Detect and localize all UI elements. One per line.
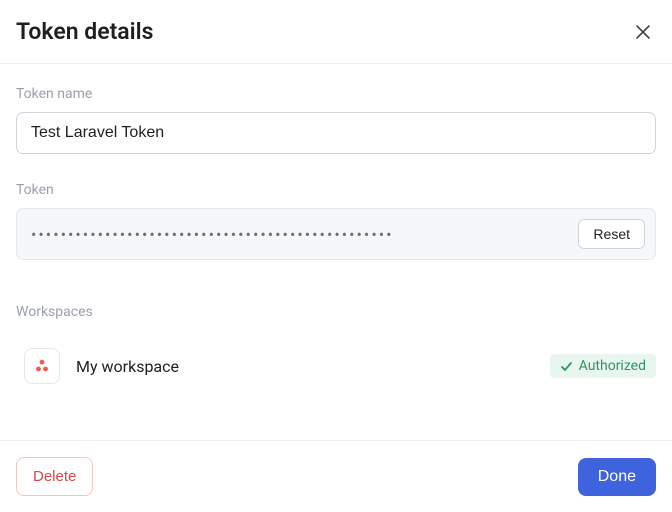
done-button[interactable]: Done — [578, 458, 656, 496]
close-button[interactable] — [630, 19, 656, 45]
token-name-label: Token name — [16, 86, 656, 102]
workspace-row: My workspace Authorized — [16, 330, 656, 392]
dialog-footer: Delete Done — [0, 440, 672, 512]
reset-button[interactable]: Reset — [578, 219, 645, 249]
authorized-badge: Authorized — [550, 354, 656, 378]
delete-button[interactable]: Delete — [16, 457, 93, 496]
token-section: Token Reset — [16, 182, 656, 260]
check-icon — [560, 360, 573, 373]
token-value-field — [31, 225, 578, 244]
workspace-icon — [24, 348, 60, 384]
dialog-title: Token details — [16, 18, 153, 45]
token-row: Reset — [16, 208, 656, 260]
token-label: Token — [16, 182, 656, 198]
dialog-header: Token details — [0, 0, 672, 64]
workspace-name: My workspace — [76, 357, 550, 376]
workspace-dots-icon — [33, 357, 51, 375]
authorized-text: Authorized — [579, 358, 646, 374]
workspaces-label: Workspaces — [16, 304, 656, 320]
close-icon — [634, 23, 652, 41]
dialog-content: Token name Token Reset Workspaces My wor… — [0, 64, 672, 392]
workspaces-section: Workspaces My workspace Authorized — [16, 304, 656, 392]
token-name-input[interactable] — [16, 112, 656, 154]
